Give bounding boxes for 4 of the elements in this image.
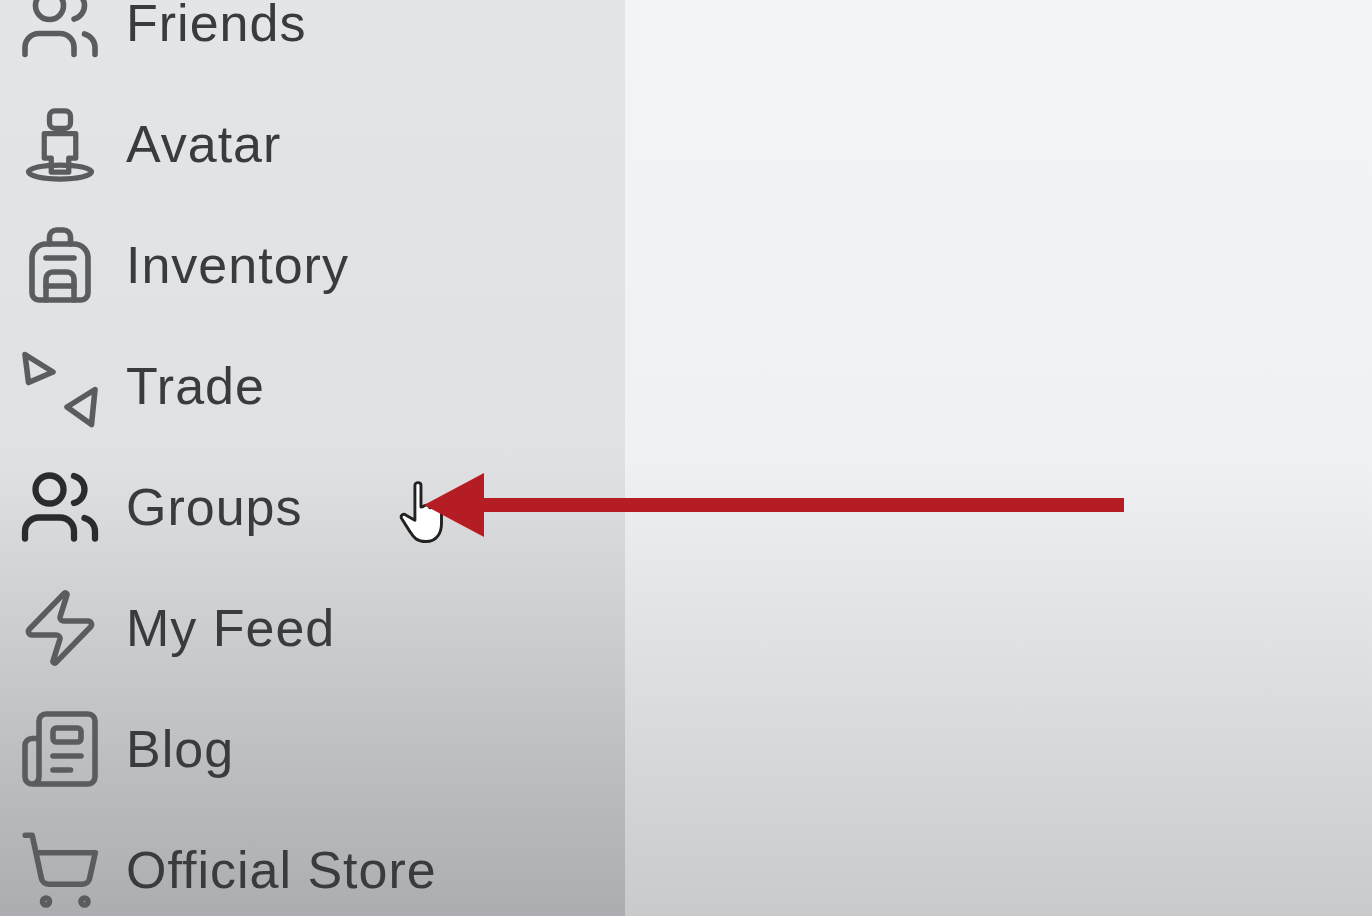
sidebar-link[interactable]: Avatar [126, 117, 282, 170]
sidebar-link[interactable]: Official Store [126, 843, 437, 896]
sidebar-link[interactable]: Friends [126, 0, 307, 49]
sidebar-link[interactable]: Trade [126, 359, 265, 412]
